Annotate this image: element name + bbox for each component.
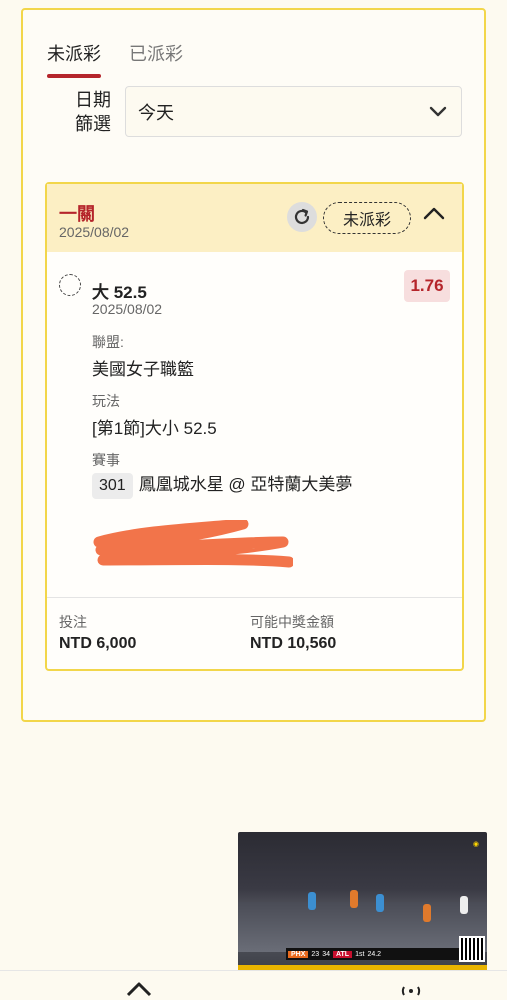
status-badge: 未派彩 <box>323 202 411 234</box>
score-period: 1st <box>355 950 365 958</box>
qr-code-icon <box>459 936 485 962</box>
tab-unsettled[interactable]: 未派彩 <box>47 40 101 78</box>
live-video-player[interactable]: ◉ PHX 23 34 ATL 1st 24.2 <box>238 832 487 974</box>
payout-label: 可能中獎金額 <box>250 614 334 630</box>
bet-date: 2025/08/02 <box>59 224 130 240</box>
score-team-home: PHX <box>288 950 309 958</box>
league-label: 聯盟: <box>92 334 124 350</box>
event-value: 301 鳳凰城水星 @ 亞特蘭大美夢 <box>92 470 352 499</box>
market-value: [第1節]大小 52.5 <box>92 419 217 438</box>
home-icon[interactable] <box>126 981 152 997</box>
score-away: 34 <box>322 950 330 958</box>
radio-dashed-icon[interactable] <box>59 274 81 296</box>
date-filter-label-line2: 篩選 <box>75 114 111 134</box>
video-player-figure <box>350 890 358 908</box>
stake-label: 投注 <box>59 614 87 630</box>
selection-date: 2025/08/02 <box>92 301 163 317</box>
bet-type-title: 一關 <box>59 204 95 224</box>
live-icon[interactable] <box>398 985 424 997</box>
tab-settled[interactable]: 已派彩 <box>129 40 183 78</box>
video-player-figure <box>423 904 431 922</box>
event-label: 賽事 <box>92 452 120 468</box>
date-filter-label: 日期 篩選 <box>63 88 123 136</box>
score-clock: 24.2 <box>367 950 382 958</box>
chevron-down-icon <box>429 106 447 118</box>
market-label: 玩法 <box>92 393 120 409</box>
collapse-button[interactable] <box>423 206 445 225</box>
status-tabs: 未派彩 已派彩 <box>47 40 183 78</box>
bet-summary: 投注 NTD 6,000 可能中獎金額 NTD 10,560 <box>47 597 462 669</box>
bet-records-panel: 未派彩 已派彩 日期 篩選 今天 一關 2025/08/02 未派彩 大 52.… <box>21 8 486 722</box>
selection-name: 大 52.5 <box>92 283 147 302</box>
video-court <box>238 902 487 952</box>
video-logo-icon: ◉ <box>472 841 479 848</box>
video-player-figure <box>376 894 384 912</box>
odds-badge: 1.76 <box>404 270 450 302</box>
league-value: 美國女子職籃 <box>92 360 194 379</box>
event-code: 301 <box>92 473 133 499</box>
video-scoreboard: PHX 23 34 ATL 1st 24.2 <box>286 948 467 960</box>
bet-card: 一關 2025/08/02 未派彩 大 52.5 2025/08/02 1.76… <box>45 182 464 671</box>
video-player-figure <box>308 892 316 910</box>
video-player-figure <box>460 896 468 914</box>
score-home: 23 <box>311 950 320 958</box>
date-filter-label-line1: 日期 <box>75 90 111 110</box>
stake-value: NTD 6,000 <box>59 635 137 652</box>
refresh-icon <box>294 208 310 224</box>
payout-value: NTD 10,560 <box>250 635 337 652</box>
bet-card-body: 大 52.5 2025/08/02 1.76 聯盟: 美國女子職籃 玩法 [第1… <box>47 252 462 597</box>
event-name: 鳳凰城水星 @ 亞特蘭大美夢 <box>138 475 353 494</box>
redaction-mark <box>93 520 293 568</box>
refresh-button[interactable] <box>287 202 317 232</box>
date-filter-select[interactable]: 今天 <box>125 86 462 137</box>
bet-card-header: 一關 2025/08/02 未派彩 <box>47 184 462 252</box>
score-team-away: ATL <box>333 950 353 958</box>
chevron-up-icon <box>423 207 445 220</box>
date-filter-value: 今天 <box>138 102 174 123</box>
bottom-nav <box>0 970 507 1000</box>
